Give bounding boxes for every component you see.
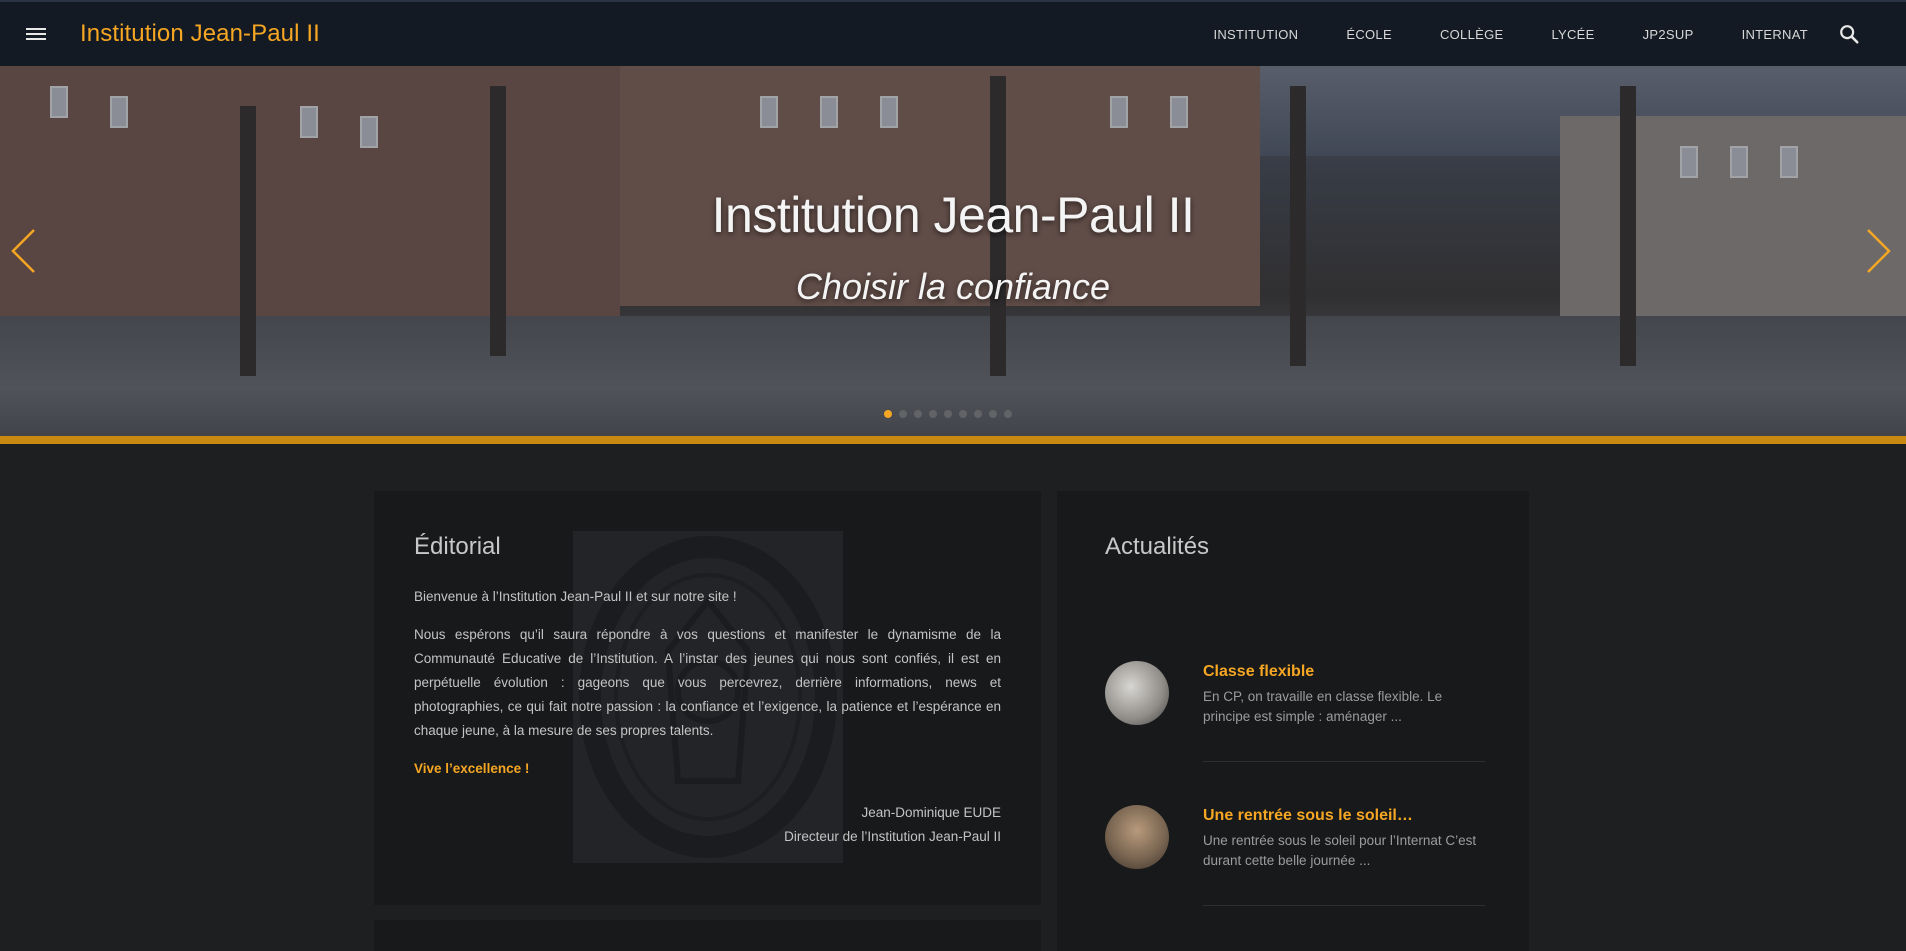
top-navbar: Institution Jean-Paul II INSTITUTION ÉCO… <box>0 0 1906 66</box>
nav-item-institution[interactable]: INSTITUTION <box>1213 27 1298 42</box>
slider-dot[interactable] <box>974 410 982 418</box>
nav-item-ecole[interactable]: ÉCOLE <box>1346 27 1392 42</box>
editorial-slogan: Vive l’excellence ! <box>414 761 530 776</box>
main-nav: INSTITUTION ÉCOLE COLLÈGE LYCÉE JP2SUP I… <box>1165 2 1906 66</box>
chevron-right-icon[interactable] <box>1864 226 1894 276</box>
editorial-body: Nous espérons qu’il saura répondre à vos… <box>414 627 1001 738</box>
signature-role: Directeur de l’Institution Jean-Paul II <box>784 829 1001 844</box>
hero-accent-bar <box>0 436 1906 444</box>
news-title: Actualités <box>1105 533 1210 560</box>
hero-overlay <box>0 66 1906 436</box>
hero-subtitle: Choisir la confiance <box>795 266 1111 307</box>
news-thumbnail[interactable] <box>1105 805 1169 869</box>
editorial-signature: Jean-Dominique EUDE Directeur de l’Insti… <box>784 801 1001 849</box>
nav-item-internat[interactable]: INTERNAT <box>1742 27 1808 42</box>
hero-title: Institution Jean-Paul II <box>711 187 1195 243</box>
site-brand[interactable]: Institution Jean-Paul II <box>80 20 320 48</box>
news-item-title[interactable]: Classe flexible <box>1203 663 1314 681</box>
news-item-title[interactable]: Une rentrée sous le soleil… <box>1203 807 1413 825</box>
signature-name: Jean-Dominique EUDE <box>861 805 1001 820</box>
slider-dots <box>884 410 1019 418</box>
slider-dot[interactable] <box>1004 410 1012 418</box>
nav-item-jp2sup[interactable]: JP2SUP <box>1643 27 1694 42</box>
menu-icon[interactable] <box>24 25 48 45</box>
slider-dot[interactable] <box>899 410 907 418</box>
news-card: Actualités Classe flexible En CP, on tra… <box>1057 491 1529 951</box>
editorial-card: Éditorial Bienvenue à l’Institution Jean… <box>374 491 1041 905</box>
news-item-excerpt: En CP, on travaille en classe flexible. … <box>1203 689 1443 724</box>
slider-dot[interactable] <box>989 410 997 418</box>
hero-slider: Institution Jean-Paul II Choisir la conf… <box>0 66 1906 436</box>
slider-dot[interactable] <box>944 410 952 418</box>
slider-dot[interactable] <box>959 410 967 418</box>
slider-dot[interactable] <box>929 410 937 418</box>
editorial-intro: Bienvenue à l’Institution Jean-Paul II e… <box>414 589 737 604</box>
slider-dot[interactable] <box>914 410 922 418</box>
next-card <box>374 920 1041 951</box>
editorial-title: Éditorial <box>414 533 501 560</box>
nav-item-college[interactable]: COLLÈGE <box>1440 27 1504 42</box>
nav-item-lycee[interactable]: LYCÉE <box>1551 27 1594 42</box>
chevron-left-icon[interactable] <box>8 226 38 276</box>
news-item-excerpt: Une rentrée sous le soleil pour l’Intern… <box>1203 833 1477 868</box>
slider-dot[interactable] <box>884 410 892 418</box>
news-divider <box>1203 905 1485 906</box>
news-divider <box>1203 761 1485 762</box>
news-item[interactable]: Une rentrée sous le soleil… Une rentrée … <box>1105 805 1485 935</box>
news-thumbnail[interactable] <box>1105 661 1169 725</box>
news-item[interactable]: Classe flexible En CP, on travaille en c… <box>1105 661 1485 791</box>
search-icon[interactable] <box>1838 23 1860 45</box>
